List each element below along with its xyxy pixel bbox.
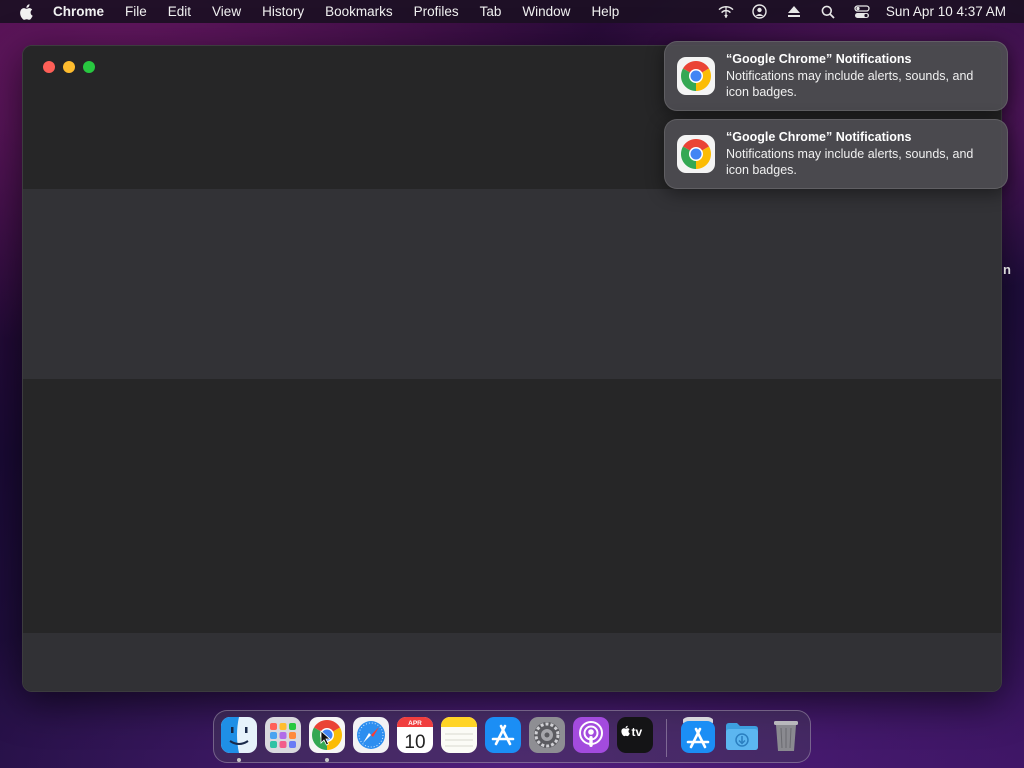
notes-icon[interactable] [441,717,477,753]
apple-tv-icon[interactable]: tv [617,717,653,753]
calendar-month-label: APR [408,720,422,727]
app-store-downloads-icon[interactable] [680,717,716,753]
notification-banner[interactable]: “Google Chrome” Notifications Notificati… [664,41,1008,111]
menu-tab[interactable]: Tab [480,4,502,19]
podcasts-icon[interactable] [573,717,609,753]
window-content-panel-top [23,189,1001,379]
finder-icon[interactable] [221,717,257,753]
search-icon[interactable] [820,4,836,20]
calendar-icon[interactable]: APR 10 [397,717,433,753]
apple-tv-label: tv [632,725,643,739]
notification-title: “Google Chrome” Notifications [726,52,912,66]
menu-view[interactable]: View [212,4,241,19]
running-indicator [237,758,241,762]
window-minimize-button[interactable] [63,61,75,73]
downloads-folder-icon[interactable] [724,717,760,753]
menu-app-name[interactable]: Chrome [53,4,104,19]
menu-history[interactable]: History [262,4,304,19]
eject-icon[interactable] [786,4,802,20]
notification-body: Notifications may include alerts, sounds… [726,147,974,177]
wifi-icon[interactable] [718,4,734,20]
user-account-icon[interactable] [752,4,768,20]
launchpad-icon[interactable] [265,717,301,753]
system-preferences-icon[interactable] [529,717,565,753]
trash-icon[interactable] [768,717,804,753]
menu-bar: Chrome File Edit View History Bookmarks … [0,0,1024,23]
notification-banner[interactable]: “Google Chrome” Notifications Notificati… [664,119,1008,189]
apple-logo-icon[interactable] [19,3,33,20]
menu-file[interactable]: File [125,4,147,19]
chrome-icon [677,135,715,173]
dock: APR 10 tv [213,710,811,763]
menu-help[interactable]: Help [591,4,619,19]
menu-bar-clock[interactable]: Sun Apr 10 4:37 AM [886,4,1006,19]
background-window-text-fragment: n [1003,262,1011,277]
menu-profiles[interactable]: Profiles [414,4,459,19]
window-close-button[interactable] [43,61,55,73]
calendar-day-label: 10 [404,732,425,753]
notification-title: “Google Chrome” Notifications [726,130,912,144]
notification-body: Notifications may include alerts, sounds… [726,69,974,99]
window-content-panel-bottom [23,633,1001,691]
google-chrome-icon[interactable] [309,717,345,753]
chrome-icon [677,57,715,95]
control-center-icon[interactable] [854,4,870,20]
menu-window[interactable]: Window [522,4,570,19]
running-indicator [325,758,329,762]
menu-bar-status-area: Sun Apr 10 4:37 AM [700,0,1006,23]
app-store-icon[interactable] [485,717,521,753]
window-maximize-button[interactable] [83,61,95,73]
window-content-panel-middle [23,379,1001,633]
safari-icon[interactable] [353,717,389,753]
menu-edit[interactable]: Edit [168,4,191,19]
dock-separator [666,719,667,757]
menu-bookmarks[interactable]: Bookmarks [325,4,393,19]
